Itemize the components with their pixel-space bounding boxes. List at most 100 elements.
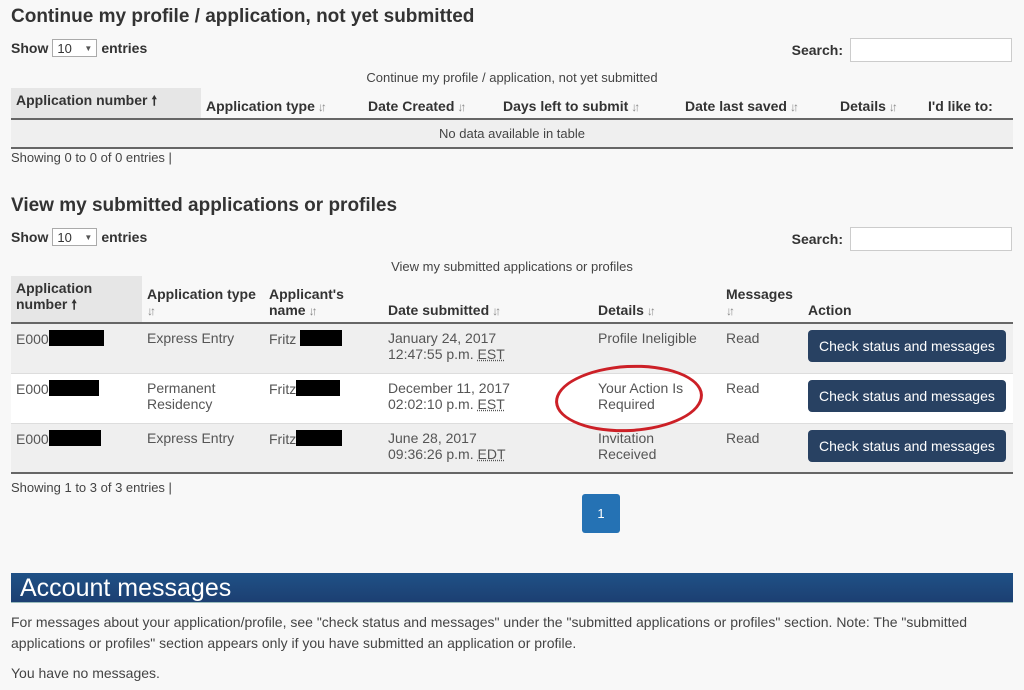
dropdown-caret-icon: ▼ <box>84 232 93 242</box>
table-header-row: Application number 🠕 Application type ↓↑ … <box>11 276 1013 324</box>
app-number-prefix: E000 <box>16 430 49 447</box>
search-label: Search: <box>791 42 843 58</box>
cell-applicant-name: Fritz <box>264 422 383 474</box>
cell-app-number: E000 <box>11 422 142 474</box>
col-label: Messages <box>726 286 793 302</box>
redacted-block <box>296 429 343 446</box>
cell-action: Check status and messages <box>803 422 1013 474</box>
cell-app-number: E000 <box>11 323 142 373</box>
col-days-left[interactable]: Days left to submit ↓↑ <box>498 88 680 120</box>
info-text: Showing 0 to 0 of 0 entries <box>11 150 165 165</box>
col-label: Details <box>840 98 886 114</box>
time: 12:47:55 p.m. <box>388 346 474 362</box>
table-info-2: Showing 1 to 3 of 3 entries | <box>11 480 172 495</box>
unsubmitted-table: Application number 🠕 Application type ↓↑ D… <box>11 88 1013 149</box>
timezone: EST <box>477 346 505 362</box>
col-label: Days left to submit <box>503 98 629 114</box>
col-actions: I'd like to: <box>923 88 1013 120</box>
col-label: Details <box>598 302 644 318</box>
col-label: Application <box>16 280 93 296</box>
table-header-row: Application number 🠕 Application type ↓↑ D… <box>11 88 1013 120</box>
cell-date-submitted: June 28, 2017 09:36:26 p.m. EDT <box>383 422 593 474</box>
date: June 28, 2017 <box>388 429 477 446</box>
sort-icon: ↓↑ <box>147 304 156 318</box>
sort-icon: ↓↑ <box>789 100 799 114</box>
cell-app-number: E000 <box>11 372 142 423</box>
search-control-2: Search: <box>792 227 1012 251</box>
page-length-value: 10 <box>57 229 72 245</box>
table-info-1: Showing 0 to 0 of 0 entries | <box>11 150 172 165</box>
redacted-block <box>48 429 101 446</box>
col-messages[interactable]: Messages ↓↑ <box>721 276 803 324</box>
cell-details: Invitation Received <box>593 422 721 474</box>
page-length-select[interactable]: 10 ▼ <box>52 228 98 246</box>
col-application-number[interactable]: Application number 🠕 <box>11 88 201 120</box>
app-number-prefix: E000 <box>16 331 49 347</box>
cell-messages: Read <box>721 372 803 423</box>
page-length-control-2: Show 10 ▼ entries <box>11 228 147 246</box>
show-label: Show <box>11 40 49 56</box>
cell-details: Your Action Is Required <box>593 372 721 423</box>
time: 09:36:26 p.m. <box>388 445 474 462</box>
account-messages-heading: Account messages <box>11 573 1013 603</box>
timezone: EST <box>477 395 505 412</box>
table-row: E000 Express Entry Fritz January 24, 201… <box>11 323 1013 373</box>
col-action: Action <box>803 276 1013 324</box>
search-control-1: Search: <box>792 38 1012 62</box>
section-title-submitted: View my submitted applications or profil… <box>11 195 398 216</box>
cell-details: Profile Ineligible <box>593 323 721 373</box>
table-caption: View my submitted applications or profil… <box>391 259 633 274</box>
col-date-last-saved[interactable]: Date last saved ↓↑ <box>680 88 835 120</box>
redacted-block <box>48 330 104 346</box>
cell-date-submitted: January 24, 2017 12:47:55 p.m. EST <box>383 323 593 373</box>
check-status-button[interactable]: Check status and messages <box>808 379 1006 412</box>
table-row: E000 Permanent Residency Fritz December … <box>11 372 1013 423</box>
info-text: Showing 1 to 3 of 3 entries <box>11 480 165 495</box>
col-label: Application type <box>147 286 256 302</box>
col-details[interactable]: Details ↓↑ <box>835 88 923 120</box>
pagination-page-1[interactable]: 1 <box>582 494 620 533</box>
first-name: Fritz <box>269 430 297 447</box>
cell-messages: Read <box>721 422 803 474</box>
col-label: Application number <box>16 92 148 108</box>
col-details[interactable]: Details ↓↑ <box>593 276 721 324</box>
submitted-table: Application number 🠕 Application type ↓↑ … <box>11 276 1013 474</box>
cell-messages: Read <box>721 323 803 373</box>
search-input[interactable] <box>850 227 1012 251</box>
no-messages-text: You have no messages. <box>11 665 160 681</box>
redacted-block <box>300 330 343 346</box>
empty-message: No data available in table <box>11 119 1013 149</box>
cell-app-type: Express Entry <box>142 323 264 373</box>
search-input[interactable] <box>850 38 1012 62</box>
col-label: Applicant's <box>269 286 344 302</box>
col-label: number <box>16 296 68 312</box>
page-length-select[interactable]: 10 ▼ <box>52 39 98 57</box>
entries-label: entries <box>101 40 148 56</box>
sort-icon: ↓↑ <box>888 100 898 114</box>
page-length-control-1: Show 10 ▼ entries <box>11 39 147 57</box>
first-name: Fritz <box>269 331 297 347</box>
col-application-type[interactable]: Application type ↓↑ <box>201 88 363 120</box>
col-applicant-name[interactable]: Applicant's name ↓↑ <box>264 276 383 324</box>
col-date-submitted[interactable]: Date submitted ↓↑ <box>383 276 593 324</box>
sort-icon: ↓↑ <box>317 100 327 114</box>
cell-app-type: Express Entry <box>142 422 264 474</box>
check-status-button[interactable]: Check status and messages <box>808 429 1006 462</box>
cell-date-submitted: December 11, 2017 02:02:10 p.m. EST <box>383 372 593 423</box>
col-application-number[interactable]: Application number 🠕 <box>11 276 142 324</box>
col-label: Date last saved <box>685 98 787 114</box>
col-label: Date Created <box>368 98 455 114</box>
check-status-button[interactable]: Check status and messages <box>808 330 1006 362</box>
col-date-created[interactable]: Date Created ↓↑ <box>363 88 498 120</box>
redacted-block <box>48 379 99 396</box>
cell-app-type: Permanent Residency <box>142 372 264 423</box>
cell-applicant-name: Fritz <box>264 323 383 373</box>
first-name: Fritz <box>269 380 297 397</box>
col-application-type[interactable]: Application type ↓↑ <box>142 276 264 324</box>
timezone: EDT <box>477 445 506 462</box>
account-messages-note: For messages about your application/prof… <box>11 614 968 651</box>
page-length-value: 10 <box>57 40 72 56</box>
cell-applicant-name: Fritz <box>264 372 383 423</box>
col-label: name <box>269 302 306 318</box>
date: December 11, 2017 <box>388 379 510 396</box>
